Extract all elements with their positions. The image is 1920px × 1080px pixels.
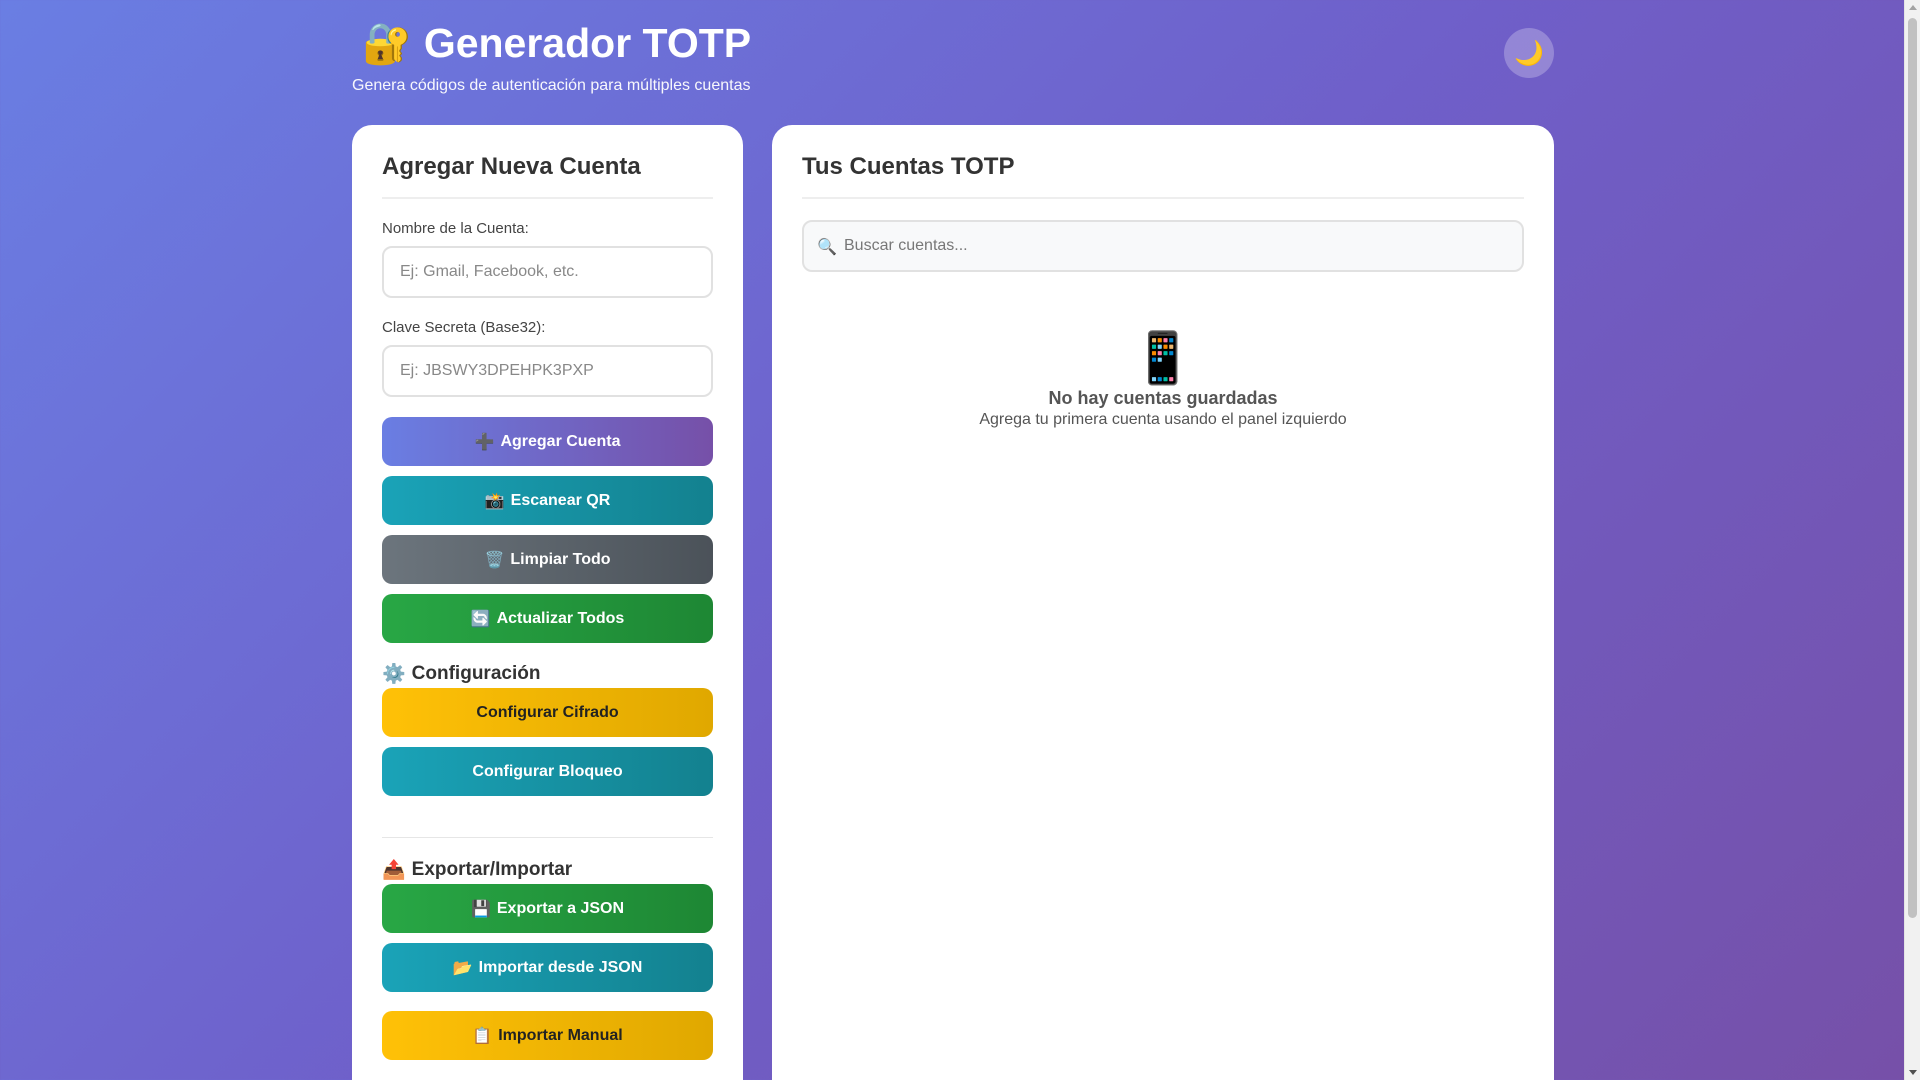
refresh-all-label: Actualizar Todos — [496, 609, 625, 627]
empty-state: 📱 No hay cuentas guardadas Agrega tu pri… — [802, 330, 1524, 429]
secret-key-input[interactable] — [382, 345, 713, 397]
scroll-down-icon[interactable] — [1909, 1070, 1917, 1075]
camera-icon: 📸 — [484, 492, 505, 510]
theme-toggle-button[interactable]: 🌙 — [1504, 28, 1554, 78]
folder-open-icon: 📂 — [452, 959, 473, 977]
add-account-panel: Agregar Nueva Cuenta Nombre de la Cuenta… — [352, 125, 743, 1080]
page-scrollbar[interactable] — [1904, 0, 1920, 1080]
section-divider — [382, 837, 713, 838]
import-json-label: Importar desde JSON — [478, 958, 643, 976]
configure-encryption-button[interactable]: Configurar Cifrado — [382, 688, 713, 737]
gear-icon: ⚙️ — [382, 664, 406, 685]
trash-icon: 🗑️ — [484, 551, 505, 569]
refresh-all-button[interactable]: 🔄 Actualizar Todos — [382, 594, 713, 643]
scan-qr-button[interactable]: 📸 Escanear QR — [382, 476, 713, 525]
scroll-up-icon[interactable] — [1909, 5, 1917, 10]
mobile-phone-icon: 📱 — [1131, 330, 1195, 386]
config-title-text: Configuración — [411, 663, 541, 684]
secret-key-label: Clave Secreta (Base32): — [382, 319, 546, 336]
moon-icon: 🌙 — [1514, 39, 1544, 67]
export-title-text: Exportar/Importar — [411, 859, 573, 880]
add-account-title: Agregar Nueva Cuenta — [382, 153, 713, 199]
add-account-label: Agregar Cuenta — [500, 432, 621, 450]
accounts-panel: Tus Cuentas TOTP 🔍 📱 No hay cuentas guar… — [772, 125, 1554, 1080]
import-manual-label: Importar Manual — [498, 1026, 623, 1044]
export-json-label: Exportar a JSON — [496, 899, 625, 917]
page-subtitle: Genera códigos de autenticación para múl… — [352, 77, 751, 94]
clear-all-label: Limpiar Todo — [510, 550, 611, 568]
add-account-button[interactable]: ➕ Agregar Cuenta — [382, 417, 713, 466]
empty-state-text: Agrega tu primera cuenta usando el panel… — [979, 411, 1347, 428]
import-json-button[interactable]: 📂 Importar desde JSON — [382, 943, 713, 992]
empty-state-title: No hay cuentas guardadas — [1048, 388, 1278, 408]
clipboard-icon: 📋 — [472, 1027, 493, 1045]
search-input[interactable] — [844, 222, 1514, 270]
config-section-title: ⚙️ Configuración — [382, 662, 713, 686]
lock-key-icon: 🔐 — [362, 21, 412, 66]
outbox-icon: 📤 — [382, 860, 406, 881]
export-section-title: 📤 Exportar/Importar — [382, 858, 713, 882]
page-title: 🔐 Generador TOTP — [362, 20, 751, 66]
scan-qr-label: Escanear QR — [510, 491, 611, 509]
account-name-label: Nombre de la Cuenta: — [382, 220, 529, 237]
refresh-icon: 🔄 — [470, 610, 491, 628]
scrollbar-thumb[interactable] — [1908, 18, 1917, 918]
configure-lock-button[interactable]: Configurar Bloqueo — [382, 747, 713, 796]
app-header: 🔐 Generador TOTP Genera códigos de auten… — [352, 20, 1554, 100]
export-json-button[interactable]: 💾 Exportar a JSON — [382, 884, 713, 933]
page-title-text: Generador TOTP — [423, 19, 752, 66]
search-icon: 🔍 — [817, 239, 837, 256]
accounts-title: Tus Cuentas TOTP — [802, 153, 1524, 199]
floppy-disk-icon: 💾 — [470, 900, 491, 918]
clear-all-button[interactable]: 🗑️ Limpiar Todo — [382, 535, 713, 584]
plus-icon: ➕ — [474, 433, 495, 451]
import-manual-button[interactable]: 📋 Importar Manual — [382, 1011, 713, 1060]
search-box: 🔍 — [802, 220, 1524, 272]
account-name-input[interactable] — [382, 246, 713, 298]
